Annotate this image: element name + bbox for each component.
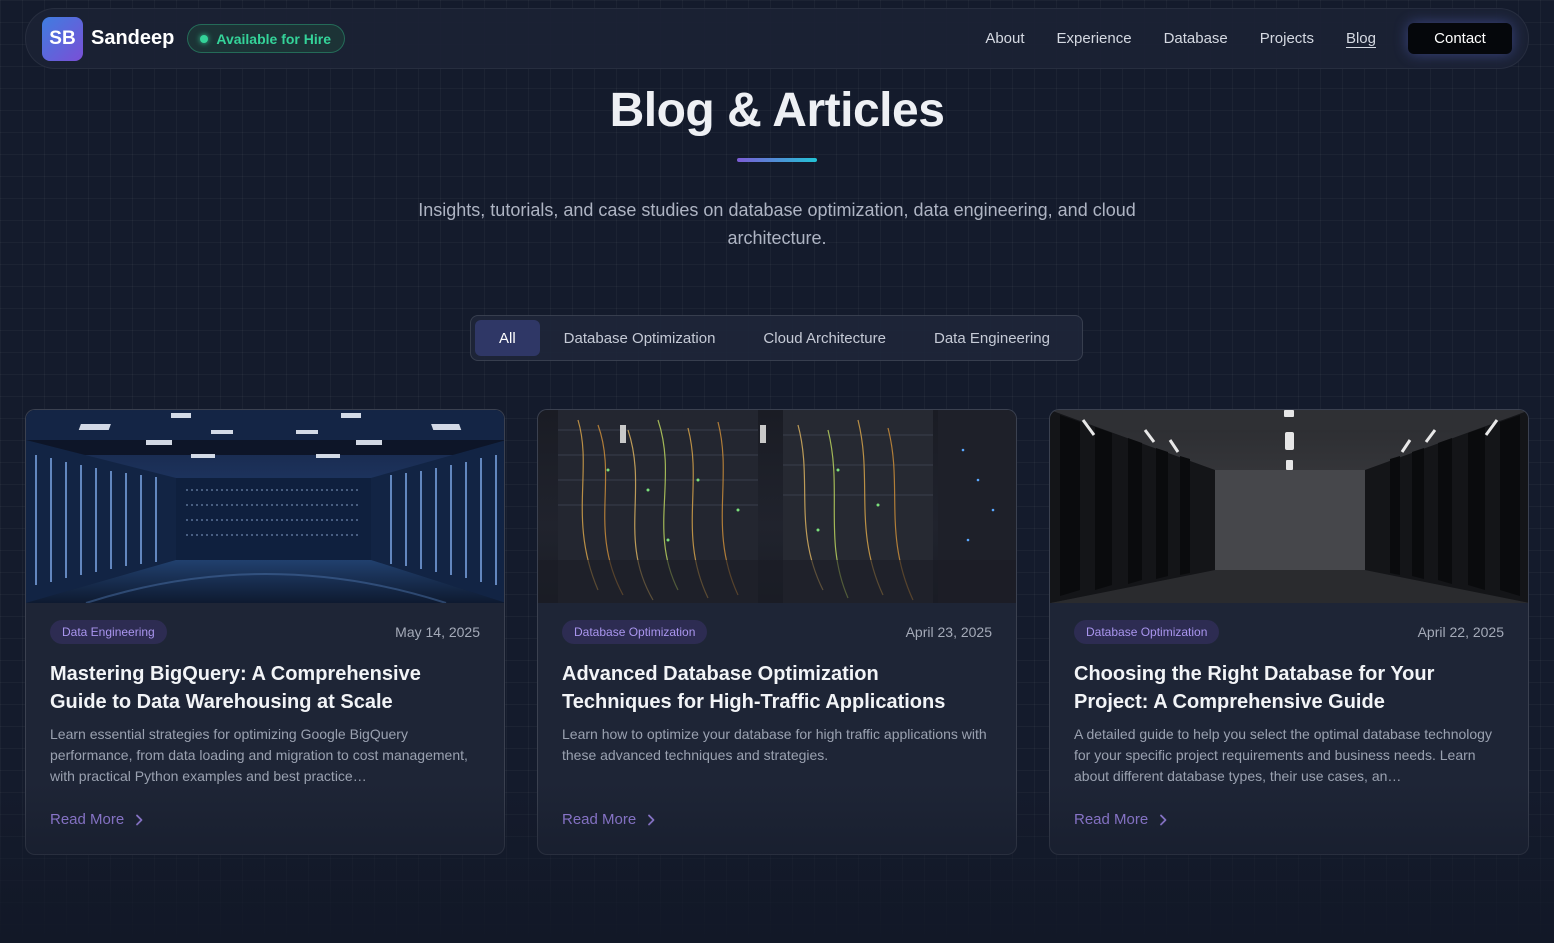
card-image-server-rack[interactable]: [538, 410, 1016, 603]
nav-link-projects[interactable]: Projects: [1260, 30, 1314, 47]
nav-link-blog[interactable]: Blog: [1346, 30, 1376, 47]
blog-card[interactable]: Database Optimization April 23, 2025 Adv…: [537, 409, 1017, 855]
read-more-link[interactable]: Read More: [562, 811, 658, 828]
post-date: April 22, 2025: [1417, 624, 1504, 640]
read-more-link[interactable]: Read More: [50, 811, 146, 828]
category-filter-bar: All Database Optimization Cloud Architec…: [470, 315, 1083, 361]
read-more-label: Read More: [562, 811, 637, 828]
page-subtitle: Insights, tutorials, and case studies on…: [418, 200, 1136, 248]
post-date: April 23, 2025: [905, 624, 992, 640]
post-excerpt: Learn how to optimize your database for …: [562, 726, 987, 763]
category-badge: Data Engineering: [50, 620, 167, 644]
hire-badge-label: Available for Hire: [216, 30, 331, 47]
title-underline: [737, 158, 817, 162]
blog-card[interactable]: Data Engineering May 14, 2025 Mastering …: [25, 409, 505, 855]
brand-name[interactable]: Sandeep: [91, 27, 174, 50]
nav-link-experience[interactable]: Experience: [1057, 30, 1132, 47]
category-badge: Database Optimization: [562, 620, 708, 644]
read-more-label: Read More: [1074, 811, 1149, 828]
read-more-label: Read More: [50, 811, 125, 828]
navbar: SB Sandeep Available for Hire About Expe…: [25, 8, 1529, 69]
chevron-right-icon: [648, 814, 655, 825]
read-more-link[interactable]: Read More: [1074, 811, 1170, 828]
post-title[interactable]: Mastering BigQuery: A Comprehensive Guid…: [50, 660, 480, 716]
post-title[interactable]: Choosing the Right Database for Your Pro…: [1074, 660, 1504, 716]
post-excerpt: A detailed guide to help you select the …: [1074, 726, 1492, 784]
blog-card[interactable]: Database Optimization April 22, 2025 Cho…: [1049, 409, 1529, 855]
post-date: May 14, 2025: [395, 624, 480, 640]
card-image-data-center[interactable]: [26, 410, 504, 603]
filter-tab-all[interactable]: All: [475, 320, 540, 356]
filter-tab-database-optimization[interactable]: Database Optimization: [540, 320, 740, 356]
hire-status-badge: Available for Hire: [187, 24, 345, 53]
nav-links: About Experience Database Projects Blog …: [953, 23, 1512, 54]
logo-badge[interactable]: SB: [42, 16, 83, 61]
contact-button[interactable]: Contact: [1408, 23, 1512, 54]
chevron-right-icon: [136, 814, 143, 825]
nav-link-database[interactable]: Database: [1164, 30, 1228, 47]
card-image-server-room[interactable]: [1050, 410, 1528, 603]
chevron-right-icon: [1160, 814, 1167, 825]
filter-tab-cloud-architecture[interactable]: Cloud Architecture: [739, 320, 910, 356]
post-title[interactable]: Advanced Database Optimization Technique…: [562, 660, 992, 716]
status-dot-icon: [200, 34, 209, 43]
filter-tab-data-engineering[interactable]: Data Engineering: [910, 320, 1074, 356]
page-title: Blog & Articles: [609, 84, 945, 137]
post-excerpt: Learn essential strategies for optimizin…: [50, 726, 468, 784]
category-badge: Database Optimization: [1074, 620, 1220, 644]
nav-link-about[interactable]: About: [985, 30, 1024, 47]
